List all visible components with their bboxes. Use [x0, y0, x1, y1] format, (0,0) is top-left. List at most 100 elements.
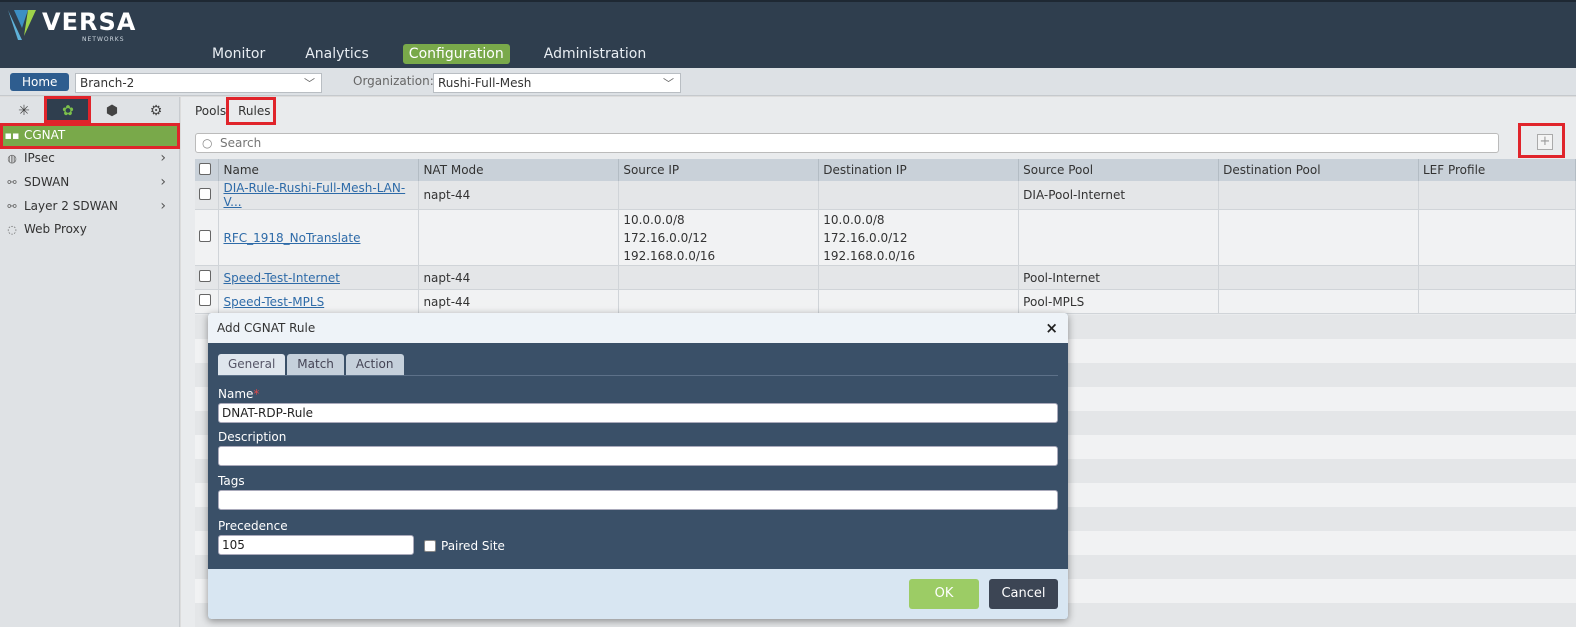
globe-gear-icon[interactable]: ⚙: [134, 99, 178, 123]
nav-administration[interactable]: Administration: [538, 44, 652, 64]
description-label: Description: [218, 430, 287, 444]
table-row[interactable]: Speed-Test-MPLS napt-44 Pool-MPLS: [195, 289, 1576, 314]
tab-match[interactable]: Match: [287, 354, 344, 375]
chevron-right-icon: ›: [160, 198, 166, 214]
cell-source-ip: 10.0.0.0/8 172.16.0.0/12 192.168.0.0/16: [618, 209, 820, 266]
precedence-label: Precedence: [218, 519, 288, 533]
column-header[interactable]: NAT Mode: [418, 159, 620, 181]
chevron-down-icon: ﹀: [663, 77, 674, 90]
nav-analytics[interactable]: Analytics: [299, 44, 375, 64]
rule-link[interactable]: RFC_1918_NoTranslate: [223, 231, 360, 245]
left-sidebar: ✳ ✿ ⬢ ⚙ ▪▪ CGNAT ◍ IPsec › ⚯ SDWAN › ⚯ L…: [0, 97, 180, 627]
tab-general[interactable]: General: [218, 354, 286, 375]
cell-name[interactable]: RFC_1918_NoTranslate: [218, 209, 420, 266]
column-header[interactable]: Source Pool: [1018, 159, 1220, 181]
sidebar-item-web-proxy[interactable]: ◌ Web Proxy: [0, 218, 178, 240]
select-all-header[interactable]: [195, 159, 220, 181]
sidebar-item-label: SDWAN: [24, 175, 70, 189]
cell-destination-ip: [818, 181, 1020, 210]
highlight-box: [44, 96, 91, 123]
column-header[interactable]: Source IP: [618, 159, 820, 181]
versa-logo[interactable]: VERSA NETWORKS: [6, 8, 136, 48]
source-ip-value: 192.168.0.0/16: [623, 248, 716, 263]
cell-source-pool: DIA-Pool-Internet: [1018, 181, 1220, 210]
chevron-right-icon: ›: [160, 174, 166, 190]
cell-name[interactable]: DIA-Rule-Rushi-Full-Mesh-LAN-V...: [218, 181, 420, 210]
ok-button[interactable]: OK: [909, 579, 979, 609]
destination-ip-value: 10.0.0.0/8: [823, 212, 885, 227]
tags-field[interactable]: [218, 490, 1058, 510]
cell-lef-profile: [1418, 289, 1576, 314]
home-button[interactable]: Home: [10, 73, 70, 91]
precedence-field[interactable]: 105: [218, 535, 414, 555]
close-icon[interactable]: ×: [1045, 319, 1058, 337]
name-field[interactable]: DNAT-RDP-Rule: [218, 403, 1058, 423]
organization-label: Organization:: [353, 74, 434, 88]
network-icon[interactable]: ✳: [2, 99, 46, 123]
column-header[interactable]: Name: [218, 159, 420, 181]
sidebar-item-label: IPsec: [24, 151, 55, 165]
row-select[interactable]: [195, 289, 220, 314]
highlight-box: [0, 123, 180, 149]
table-row[interactable]: RFC_1918_NoTranslate 10.0.0.0/8 172.16.0…: [195, 209, 1576, 266]
column-header[interactable]: Destination Pool: [1218, 159, 1419, 181]
main-nav: Monitor Analytics Configuration Administ…: [206, 44, 680, 64]
paired-site-option[interactable]: Paired Site: [424, 539, 505, 553]
nav-configuration[interactable]: Configuration: [402, 44, 510, 64]
cell-source-pool: [1018, 209, 1220, 266]
rule-link[interactable]: Speed-Test-MPLS: [223, 295, 324, 309]
sidebar-item-label: Layer 2 SDWAN: [24, 199, 118, 213]
chevron-down-icon: ﹀: [304, 77, 315, 90]
top-header: VERSA NETWORKS Monitor Analytics Configu…: [0, 0, 1576, 68]
paired-site-checkbox[interactable]: [424, 540, 436, 552]
cell-name[interactable]: Speed-Test-Internet: [218, 265, 420, 290]
cell-lef-profile: [1418, 209, 1576, 266]
table-row[interactable]: DIA-Rule-Rushi-Full-Mesh-LAN-V... napt-4…: [195, 181, 1576, 210]
cell-destination-ip: [818, 265, 1020, 290]
box-icon[interactable]: ⬢: [90, 99, 134, 123]
table-row[interactable]: Speed-Test-Internet napt-44 Pool-Interne…: [195, 265, 1576, 290]
appliance-select[interactable]: Branch-2 ﹀: [75, 73, 322, 93]
cell-destination-ip: [818, 289, 1020, 314]
cell-source-ip: [618, 181, 820, 210]
cell-destination-pool: [1218, 265, 1419, 290]
sdwan-icon: ⚯: [7, 175, 17, 189]
tab-pools[interactable]: Pools: [195, 104, 226, 118]
tab-action[interactable]: Action: [345, 354, 404, 375]
column-header[interactable]: LEF Profile: [1418, 159, 1576, 181]
sidebar-item-sdwan[interactable]: ⚯ SDWAN ›: [0, 171, 178, 193]
tags-label: Tags: [218, 474, 245, 488]
sidebar-item-layer2-sdwan[interactable]: ⚯ Layer 2 SDWAN ›: [0, 195, 178, 217]
organization-select-value: Rushi-Full-Mesh: [438, 76, 532, 90]
description-field[interactable]: [218, 446, 1058, 466]
sidebar-item-ipsec[interactable]: ◍ IPsec ›: [0, 147, 178, 169]
brand-name: VERSA: [42, 8, 137, 36]
row-select[interactable]: [195, 181, 220, 210]
cell-nat-mode: napt-44: [418, 289, 620, 314]
search-input[interactable]: [220, 135, 1490, 151]
dialog-header: Add CGNAT Rule ×: [208, 313, 1068, 343]
search-field[interactable]: ○: [195, 133, 1499, 153]
row-checkbox[interactable]: [199, 187, 211, 200]
add-cgnat-rule-dialog: Add CGNAT Rule × General Match Action Na…: [208, 313, 1068, 619]
rule-link[interactable]: Speed-Test-Internet: [223, 271, 339, 285]
rule-link[interactable]: DIA-Rule-Rushi-Full-Mesh-LAN-V...: [223, 181, 405, 209]
cell-nat-mode: napt-44: [418, 181, 620, 210]
ipsec-icon: ◍: [7, 151, 17, 165]
paired-site-label: Paired Site: [441, 539, 505, 553]
row-checkbox[interactable]: [199, 230, 211, 242]
organization-select[interactable]: Rushi-Full-Mesh ﹀: [433, 73, 681, 93]
row-checkbox[interactable]: [199, 294, 211, 306]
row-select[interactable]: [195, 265, 220, 290]
cell-source-ip: [618, 289, 820, 314]
cancel-button[interactable]: Cancel: [989, 579, 1058, 609]
cell-name[interactable]: Speed-Test-MPLS: [218, 289, 420, 314]
row-checkbox[interactable]: [199, 270, 211, 282]
tab-divider: [218, 375, 1058, 376]
cell-destination-ip: 10.0.0.0/8 172.16.0.0/12 192.168.0.0/16: [818, 209, 1020, 266]
column-header[interactable]: Destination IP: [818, 159, 1020, 181]
dialog-footer: OK Cancel: [208, 569, 1068, 619]
select-all-checkbox[interactable]: [199, 162, 211, 175]
row-select[interactable]: [195, 209, 220, 266]
nav-monitor[interactable]: Monitor: [206, 44, 271, 64]
